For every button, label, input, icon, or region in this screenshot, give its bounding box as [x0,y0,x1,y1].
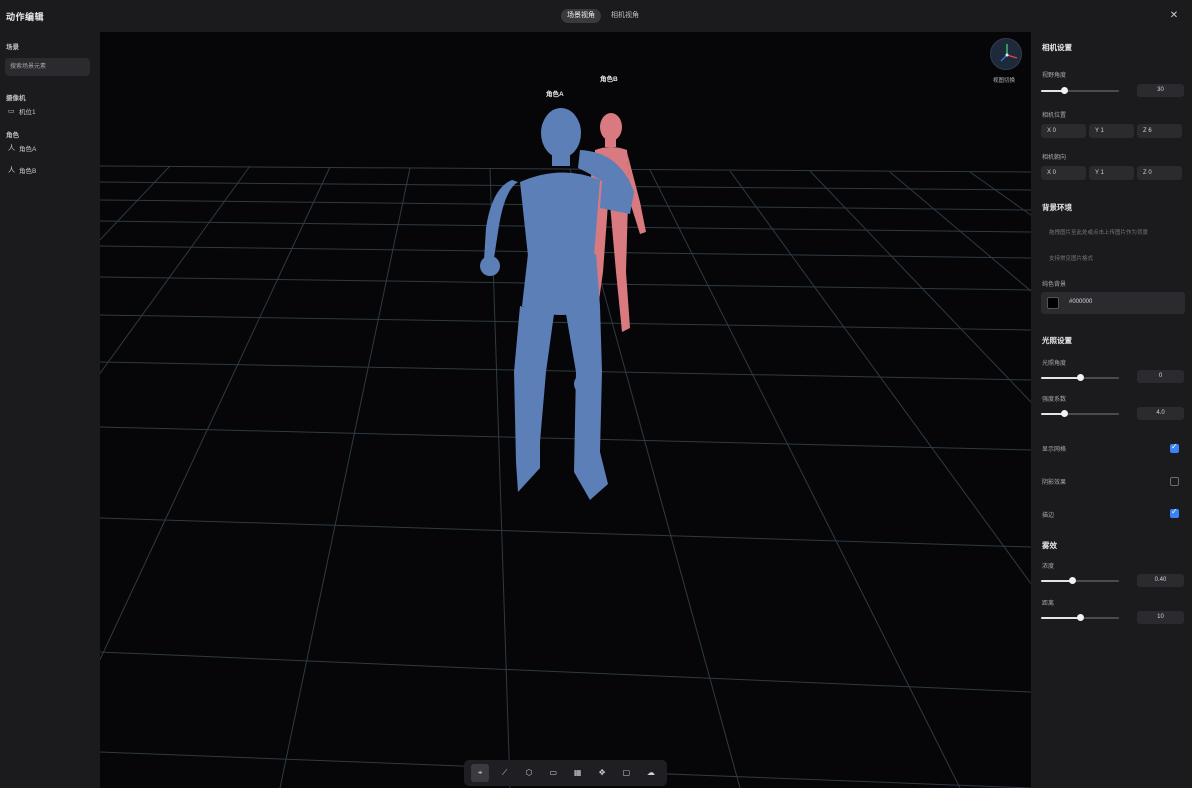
tree-item-character-b[interactable]: 人 角色B [8,163,36,177]
character-b-label-3d: 角色B [600,76,618,83]
person-icon: 人 [8,144,15,152]
grid-tool-icon[interactable]: ▦ [569,764,587,782]
character-a-figure [480,108,634,500]
fov-value-input[interactable]: 30 [1137,84,1184,97]
color-swatch[interactable] [1047,297,1059,309]
person-icon: 人 [8,166,15,174]
light-angle-slider[interactable] [1041,374,1119,381]
left-sidebar: 场景 搜索场景元素 摄像机 ▭ 机位1 角色 人 角色A 人 角色B [0,32,100,788]
target-x-input[interactable]: X 0 [1041,166,1086,180]
camera-tool-icon[interactable]: ▭ [544,764,562,782]
frame-tool-icon[interactable]: ▢ [617,764,635,782]
camera-settings-title: 相机设置 [1042,43,1072,52]
camera-item-label: 机位1 [19,109,36,116]
show-grid-label: 显示网格 [1042,447,1067,453]
characters-section-label: 角色 [6,132,19,139]
intensity-slider[interactable] [1041,410,1119,417]
lighting-title: 光照设置 [1042,336,1072,345]
position-x-input[interactable]: X 0 [1041,124,1086,138]
character-b-label: 角色B [19,168,37,175]
tab-scene-view[interactable]: 场景视角 [561,9,601,23]
gizmo-label: 视图切换 [993,78,1016,84]
shield-tool-icon[interactable]: ⬡ [520,764,538,782]
character-a-label-3d: 角色A [546,91,564,98]
light-angle-input[interactable]: 0 [1137,370,1184,383]
fog-distance-slider[interactable] [1041,614,1119,621]
camera-position-label: 相机位置 [1042,113,1067,119]
light-angle-label: 光照角度 [1042,361,1067,367]
camera-target-label: 相机朝向 [1042,155,1067,161]
intensity-input[interactable]: 4.0 [1137,407,1184,420]
view-tabs: 场景视角 相机视角 [561,9,645,23]
background-format-hint: 支持常见图片格式 [1049,256,1094,262]
app-title: 动作编辑 [6,12,45,22]
camera-target-fields: X 0 Y 1 Z 0 [1041,166,1182,180]
top-bar: 动作编辑 场景视角 相机视角 ✕ [0,0,1192,32]
shadow-label: 阴影效果 [1042,480,1067,486]
target-y-input[interactable]: Y 1 [1089,166,1134,180]
right-panel: 相机设置 视野角度 30 相机位置 X 0 Y 1 Z 6 相机朝向 X 0 Y… [1031,32,1192,788]
tree-item-character-a[interactable]: 人 角色A [8,141,36,155]
fog-density-label: 浓度 [1042,564,1055,570]
camera-icon: ▭ [8,107,15,115]
tab-camera-view[interactable]: 相机视角 [605,9,645,23]
fog-density-input[interactable]: 0.40 [1137,574,1184,587]
fov-label: 视野角度 [1042,73,1067,79]
3d-viewport[interactable]: 角色B 角色A 视图切换 ⌖ ⟋ ⬡ ▭ ▦ ✥ ▢ ☁ [100,32,1031,788]
character-a-label: 角色A [19,146,37,153]
solid-bg-color-field[interactable]: #000000 [1041,292,1185,314]
fog-distance-label: 距离 [1042,601,1055,607]
camera-section-label: 摄像机 [6,95,26,102]
scene-search-input[interactable]: 搜索场景元素 [5,58,90,76]
color-hex-value: #000000 [1069,299,1093,305]
select-tool-icon[interactable]: ⌖ [471,764,490,782]
move-tool-icon[interactable]: ✥ [593,764,611,782]
target-z-input[interactable]: Z 0 [1137,166,1182,180]
outline-checkbox[interactable] [1170,507,1179,518]
outline-label: 描边 [1042,513,1055,519]
show-grid-checkbox[interactable] [1170,442,1179,453]
tree-item-camera[interactable]: ▭ 机位1 [8,104,36,118]
camera-position-fields: X 0 Y 1 Z 6 [1041,124,1182,138]
axis-gizmo-icon[interactable] [990,38,1022,70]
position-z-input[interactable]: Z 6 [1137,124,1182,138]
fog-density-slider[interactable] [1041,577,1119,584]
background-upload-hint[interactable]: 拖拽图片至此处或点击上传图片作为背景 [1049,228,1148,236]
cloud-tool-icon[interactable]: ☁ [642,764,660,782]
position-y-input[interactable]: Y 1 [1089,124,1134,138]
fog-distance-input[interactable]: 10 [1137,611,1184,624]
intensity-label: 强度系数 [1042,397,1067,403]
close-icon[interactable]: ✕ [1167,9,1181,23]
bone-tool-icon[interactable]: ⟋ [496,764,514,782]
scene-section-label: 场景 [6,44,19,51]
background-title: 背景环境 [1042,203,1072,212]
fog-title: 雾效 [1042,541,1057,550]
solid-bg-label: 纯色背景 [1042,282,1067,288]
scene-canvas [100,108,1031,788]
shadow-checkbox[interactable] [1170,477,1179,486]
fov-slider[interactable] [1041,87,1119,94]
bottom-toolbar: ⌖ ⟋ ⬡ ▭ ▦ ✥ ▢ ☁ [464,760,667,786]
